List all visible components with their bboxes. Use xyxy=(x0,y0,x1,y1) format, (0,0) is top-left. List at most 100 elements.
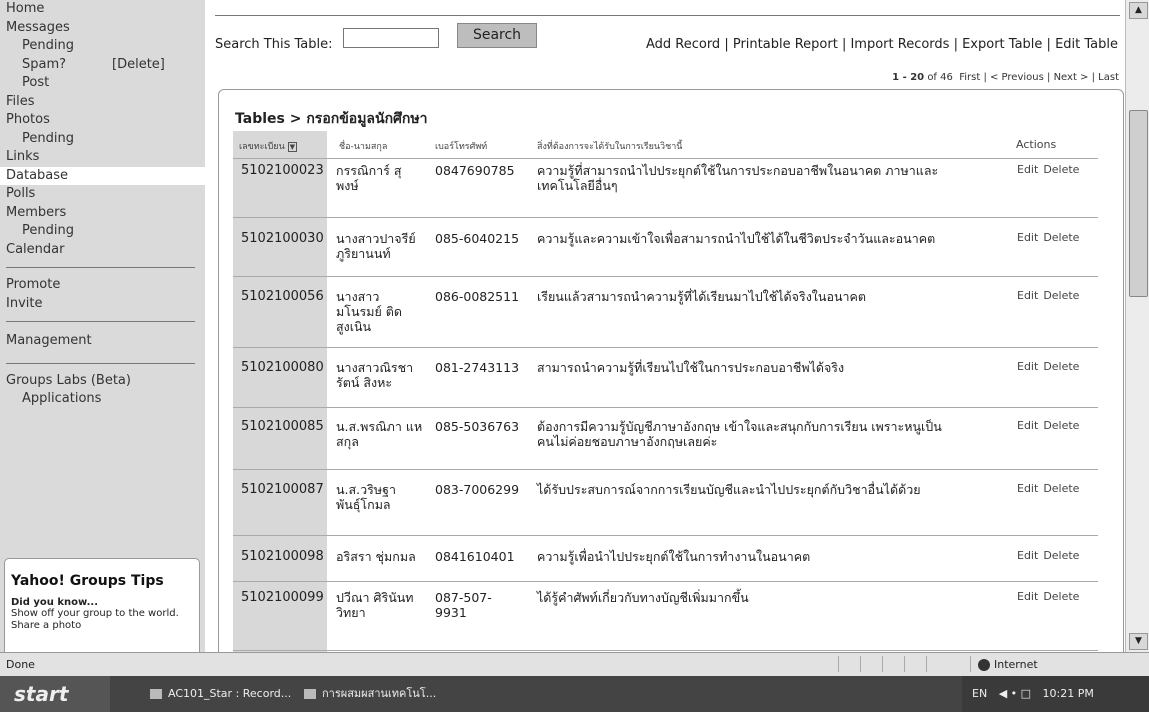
nav-promote[interactable]: Promote xyxy=(0,276,205,295)
cell-name: นางสาวมโนรมย์ ติดสูงเนิน xyxy=(336,289,402,334)
pager-first[interactable]: First xyxy=(959,72,980,83)
nav-messages[interactable]: Messages xyxy=(0,19,205,38)
table-panel: Tables > กรอกข้อมูลนักศึกษา เลขทะเบียน ▼… xyxy=(218,89,1124,652)
delete-link[interactable]: Delete xyxy=(1043,419,1079,432)
delete-link[interactable]: Delete xyxy=(1043,549,1079,562)
taskbar-item-1[interactable]: AC101_Star : Record... xyxy=(150,683,291,705)
header-name[interactable]: ชื่อ-นามสกุล xyxy=(339,139,387,153)
cell-name: อริสรา ชุ่มกมล xyxy=(336,549,416,564)
cell-name: กรรณิการ์ สุพงษ์ xyxy=(336,163,402,193)
row-divider xyxy=(233,217,1098,218)
tray-icons[interactable]: ◀ • □ xyxy=(999,687,1031,700)
nav-database[interactable]: Database xyxy=(0,166,205,185)
start-button[interactable]: start xyxy=(0,676,110,712)
pager-next[interactable]: Next > xyxy=(1054,72,1089,83)
header-phone[interactable]: เบอร์โทรศัพท์ xyxy=(435,139,487,153)
nav-spam-delete[interactable]: [Delete] xyxy=(112,56,165,75)
nav-photos-pending[interactable]: Pending xyxy=(0,130,205,149)
nav-messages-pending[interactable]: Pending xyxy=(0,37,205,56)
cell-name: นางสาวณิรชารัตน์ สิงหะ xyxy=(336,360,414,390)
printable-report-link[interactable]: Printable Report xyxy=(733,37,838,52)
scroll-thumb[interactable] xyxy=(1129,110,1148,297)
system-tray: EN ◀ • □ 10:21 PM xyxy=(962,676,1149,712)
delete-link[interactable]: Delete xyxy=(1043,482,1079,495)
nav-files[interactable]: Files xyxy=(0,93,205,112)
delete-link[interactable]: Delete xyxy=(1043,231,1079,244)
nav-management[interactable]: Management xyxy=(0,330,205,355)
cell-phone: 086-0082511 xyxy=(435,289,520,304)
cell-expect: ได้รู้คำศัพท์เกี่ยวกับทางบัญชีเพิ่มมากขึ… xyxy=(537,590,749,605)
tray-language[interactable]: EN xyxy=(972,687,987,700)
window-icon xyxy=(304,689,316,699)
cell-id: 5102100023 xyxy=(241,163,324,178)
pager: 1 - 20 of 46 First | < Previous | Next >… xyxy=(892,72,1119,83)
scroll-down-icon[interactable]: ▼ xyxy=(1129,633,1148,650)
security-zone: Internet xyxy=(978,658,1038,671)
edit-link[interactable]: Edit xyxy=(1017,419,1038,432)
nav-invite[interactable]: Invite xyxy=(0,295,205,314)
search-button[interactable]: Search xyxy=(457,23,537,48)
cell-actions: Edit Delete xyxy=(1017,360,1117,373)
header-id-label: เลขทะเบียน xyxy=(239,142,285,152)
edit-link[interactable]: Edit xyxy=(1017,549,1038,562)
edit-table-link[interactable]: Edit Table xyxy=(1055,37,1118,52)
vertical-scrollbar[interactable]: ▲ ▼ xyxy=(1125,0,1149,652)
nav-calendar[interactable]: Calendar xyxy=(0,241,205,260)
row-divider xyxy=(233,581,1098,582)
pager-last[interactable]: Last xyxy=(1098,72,1119,83)
nav-applications[interactable]: Applications xyxy=(0,390,205,409)
breadcrumb-tables[interactable]: Tables xyxy=(235,111,285,127)
edit-link[interactable]: Edit xyxy=(1017,289,1038,302)
edit-link[interactable]: Edit xyxy=(1017,360,1038,373)
nav-members-pending[interactable]: Pending xyxy=(0,222,205,241)
pager-total: of 46 xyxy=(927,72,953,83)
tray-clock: 10:21 PM xyxy=(1042,687,1094,700)
edit-link[interactable]: Edit xyxy=(1017,163,1038,176)
row-divider xyxy=(233,276,1098,277)
breadcrumb-current: กรอกข้อมูลนักศึกษา xyxy=(306,111,428,127)
sidebar-divider xyxy=(6,362,195,364)
header-actions: Actions xyxy=(1016,138,1057,151)
add-record-link[interactable]: Add Record xyxy=(646,37,720,52)
delete-link[interactable]: Delete xyxy=(1043,163,1079,176)
header-divider xyxy=(233,158,1098,159)
nav-spam[interactable]: Spam? xyxy=(22,56,112,75)
delete-link[interactable]: Delete xyxy=(1043,360,1079,373)
cell-actions: Edit Delete xyxy=(1017,419,1117,432)
header-expect[interactable]: สิ่งที่ต้องการจะได้รับในการเรียนวิชานี้ xyxy=(537,139,682,153)
row-divider xyxy=(233,535,1098,536)
cell-name: น.ส.พรณิภา แหสกุล xyxy=(336,419,423,449)
sort-down-icon[interactable]: ▼ xyxy=(287,141,297,152)
cell-actions: Edit Delete xyxy=(1017,590,1117,603)
edit-link[interactable]: Edit xyxy=(1017,590,1038,603)
scroll-up-icon[interactable]: ▲ xyxy=(1129,2,1148,19)
nav-photos[interactable]: Photos xyxy=(0,111,205,130)
status-segment xyxy=(904,656,925,672)
cell-expect: สามารถนำความรู้ที่เรียนไปใช้ในการประกอบอ… xyxy=(537,360,845,375)
edit-link[interactable]: Edit xyxy=(1017,231,1038,244)
cell-id: 5102100030 xyxy=(241,231,324,246)
header-id[interactable]: เลขทะเบียน ▼ xyxy=(239,139,297,153)
edit-link[interactable]: Edit xyxy=(1017,482,1038,495)
nav-links[interactable]: Links xyxy=(0,148,205,167)
zone-label: Internet xyxy=(994,658,1038,671)
nav-home[interactable]: Home xyxy=(0,0,205,19)
cell-id: 5102100099 xyxy=(241,590,324,605)
nav-labs[interactable]: Groups Labs (Beta) xyxy=(0,372,205,391)
cell-actions: Edit Delete xyxy=(1017,231,1117,244)
status-segment xyxy=(926,656,947,672)
nav-members[interactable]: Members xyxy=(0,204,205,223)
pager-prev[interactable]: < Previous xyxy=(990,72,1044,83)
nav-post[interactable]: Post xyxy=(0,74,205,93)
delete-link[interactable]: Delete xyxy=(1043,289,1079,302)
cell-phone: 087-507-9931 xyxy=(435,590,492,620)
taskbar-item-2[interactable]: การผสมผสานเทคโนโ... xyxy=(304,683,436,705)
nav-polls[interactable]: Polls xyxy=(0,185,205,204)
delete-link[interactable]: Delete xyxy=(1043,590,1079,603)
top-divider xyxy=(215,15,1120,16)
search-input[interactable] xyxy=(343,28,439,48)
import-records-link[interactable]: Import Records xyxy=(850,37,949,52)
cell-name: นางสาวปาจรีย์ ภูริยานนท์ xyxy=(336,231,416,261)
cell-expect: ได้รับประสบการณ์จากการเรียนบัญชีและนำไปป… xyxy=(537,482,921,497)
export-table-link[interactable]: Export Table xyxy=(962,37,1042,52)
